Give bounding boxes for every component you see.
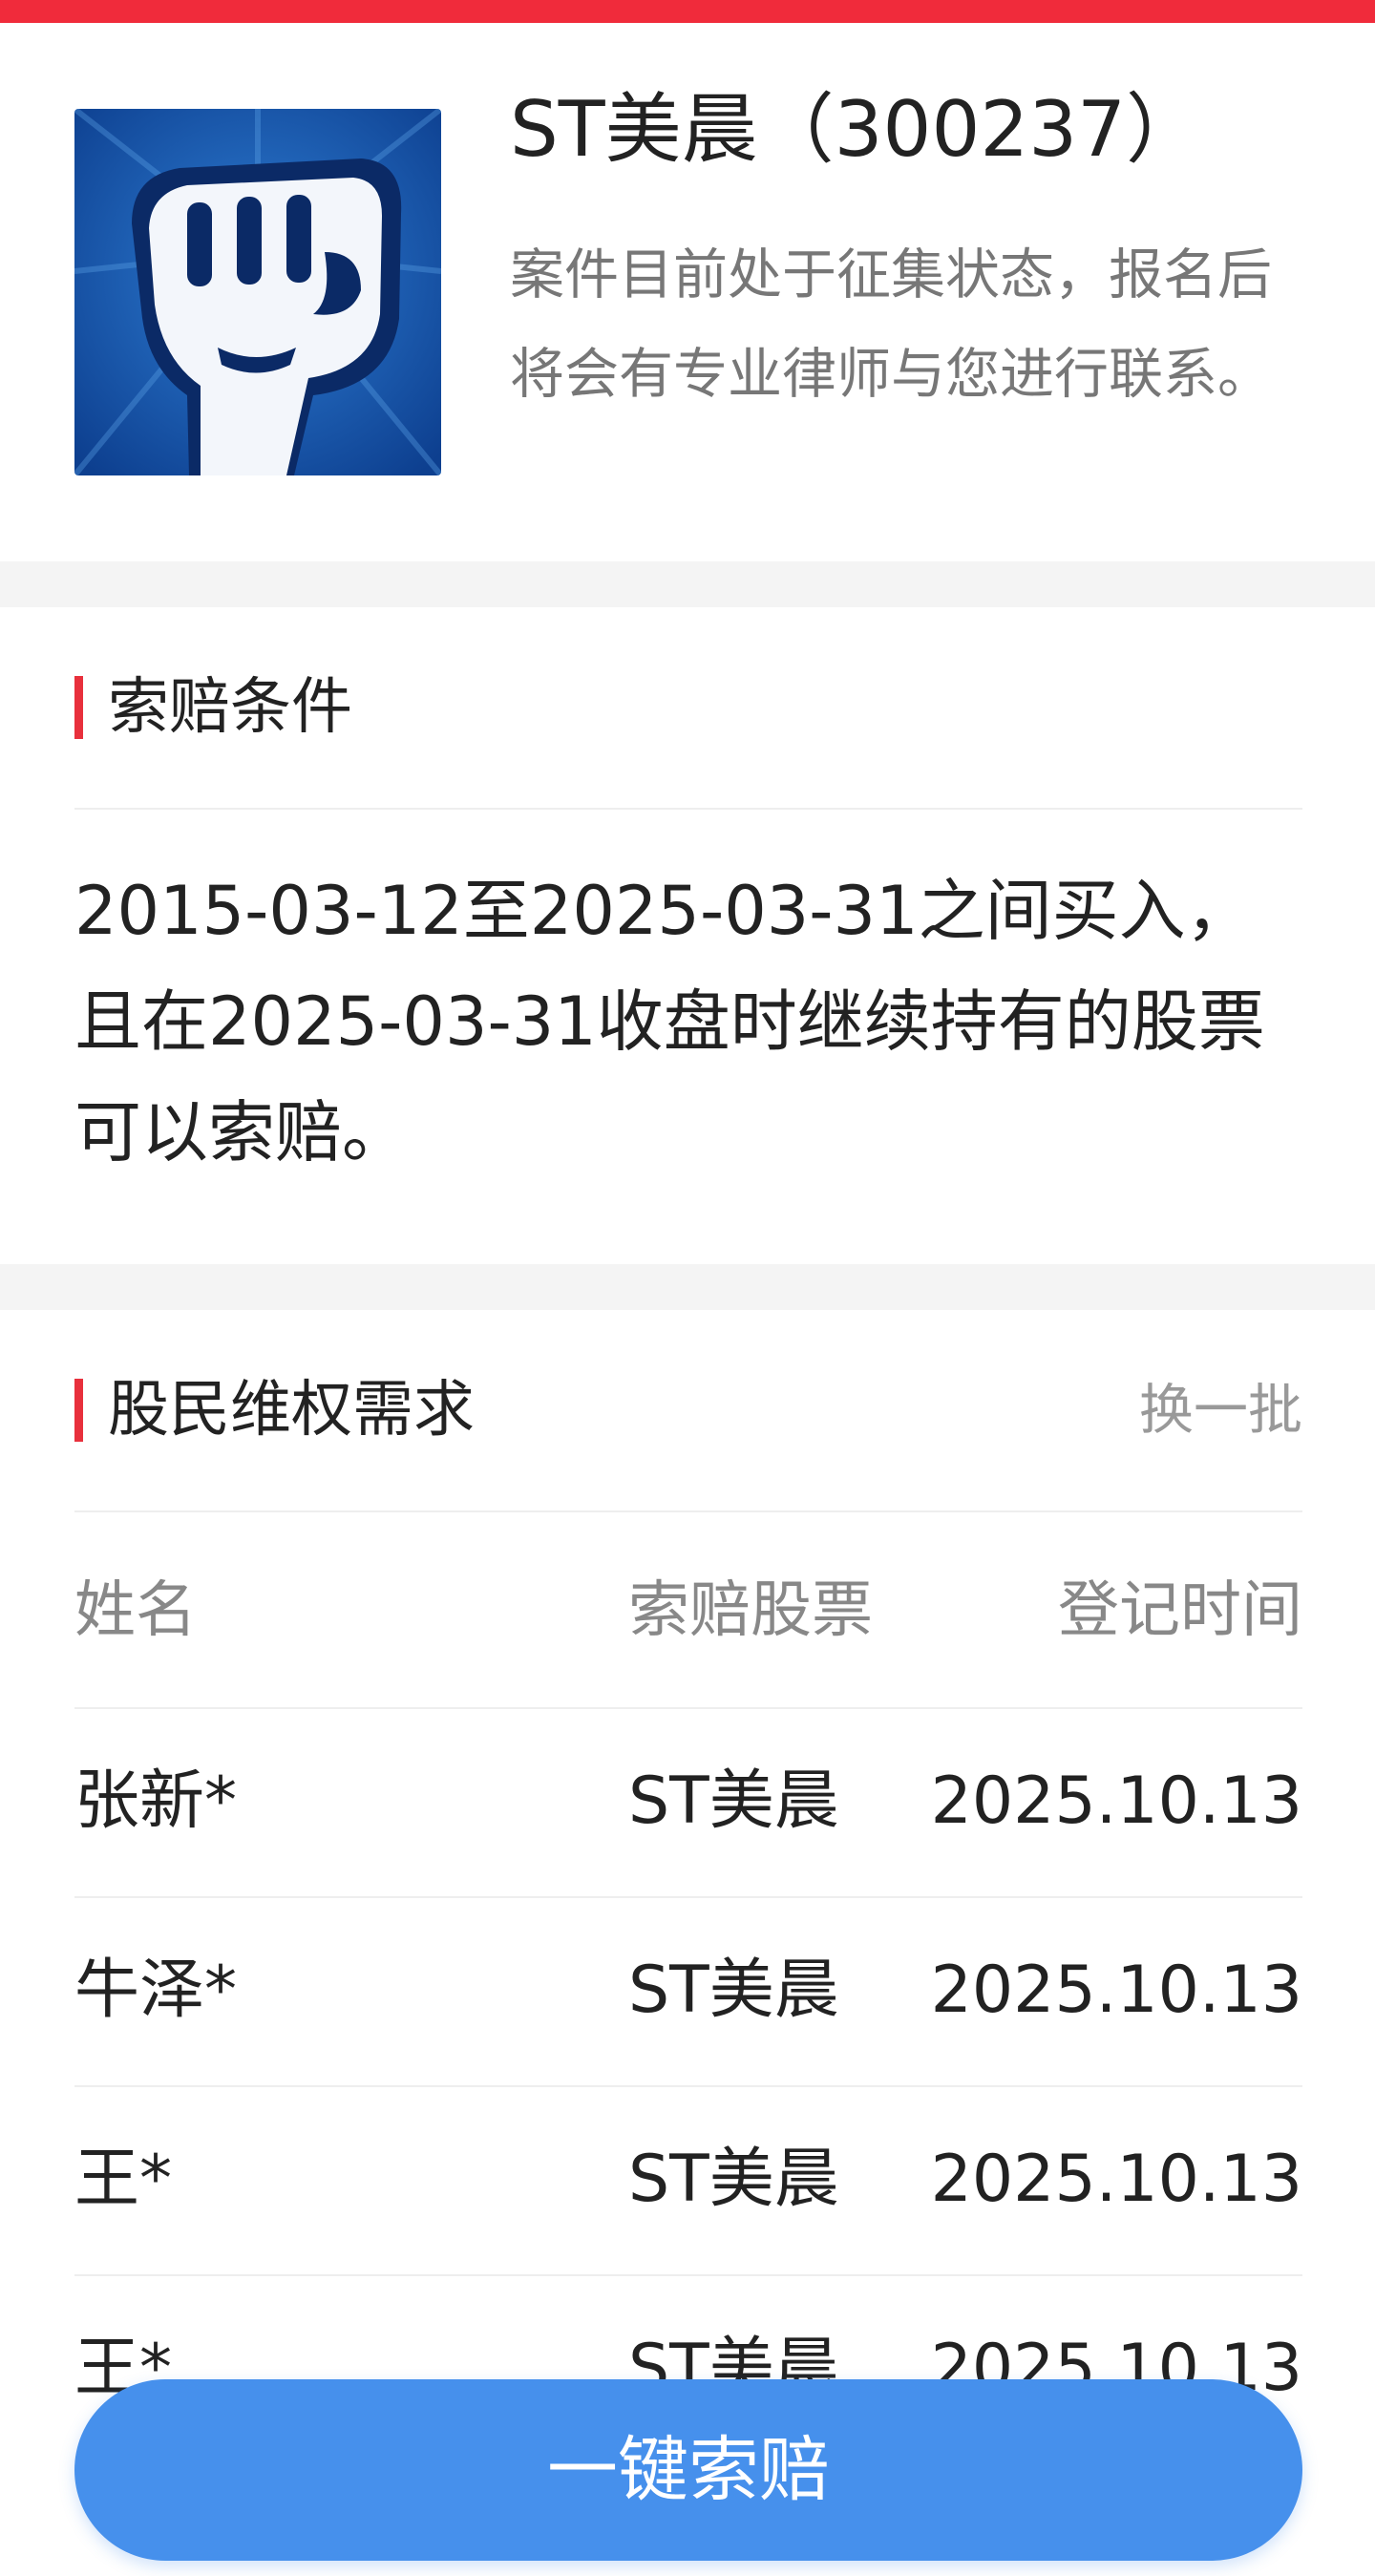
refresh-batch-link[interactable]: 换一批 <box>1139 1377 1302 1444</box>
case-header: ST美晨（300237） 案件目前处于征集状态，报名后将会有专业律师与您进行联系… <box>0 23 1375 561</box>
divider <box>74 1707 1302 1709</box>
section-accent-bar <box>74 1379 83 1442</box>
table-row: 王* ST美晨 2025.10.13 <box>74 2137 1302 2223</box>
case-title: ST美晨（300237） <box>510 85 1203 174</box>
raised-fist-icon <box>74 109 441 475</box>
column-header-date: 登记时间 <box>1058 1575 1302 1646</box>
conditions-text: 2015-03-12至2025-03-31之间买入，且在2025-03-31收盘… <box>74 872 1265 1172</box>
column-header-stock: 索赔股票 <box>628 1575 873 1646</box>
row-stock: ST美晨 <box>628 1763 839 1839</box>
claim-conditions-card: 索赔条件 2015-03-12至2025-03-31之间买入，且在2025-03… <box>0 607 1375 1264</box>
demands-header: 股民维权需求 <box>74 1377 475 1444</box>
table-header: 姓名 索赔股票 登记时间 <box>74 1568 1302 1654</box>
top-accent-bar <box>0 0 1375 23</box>
column-header-name: 姓名 <box>74 1575 197 1646</box>
table-row: 张新* ST美晨 2025.10.13 <box>74 1759 1302 1845</box>
divider <box>74 1510 1302 1512</box>
row-stock: ST美晨 <box>628 1953 839 2028</box>
demands-title: 股民维权需求 <box>108 1375 475 1446</box>
row-date: 2025.10.13 <box>930 2142 1302 2217</box>
row-name: 王* <box>74 2142 173 2217</box>
divider <box>74 2274 1302 2276</box>
row-name: 张新* <box>74 1763 238 1839</box>
row-date: 2025.10.13 <box>930 1763 1302 1839</box>
one-click-claim-button[interactable]: 一键索赔 <box>74 2379 1302 2561</box>
section-accent-bar <box>74 676 83 739</box>
row-date: 2025.10.13 <box>930 1953 1302 2028</box>
conditions-title: 索赔条件 <box>108 672 352 743</box>
case-status-description: 案件目前处于征集状态，报名后将会有专业律师与您进行联系。 <box>510 243 1272 406</box>
divider <box>74 808 1302 810</box>
conditions-header: 索赔条件 <box>74 674 352 741</box>
divider <box>74 2085 1302 2087</box>
row-name: 牛泽* <box>74 1953 238 2028</box>
row-stock: ST美晨 <box>628 2142 839 2217</box>
divider <box>74 1896 1302 1898</box>
table-row: 牛泽* ST美晨 2025.10.13 <box>74 1948 1302 2034</box>
